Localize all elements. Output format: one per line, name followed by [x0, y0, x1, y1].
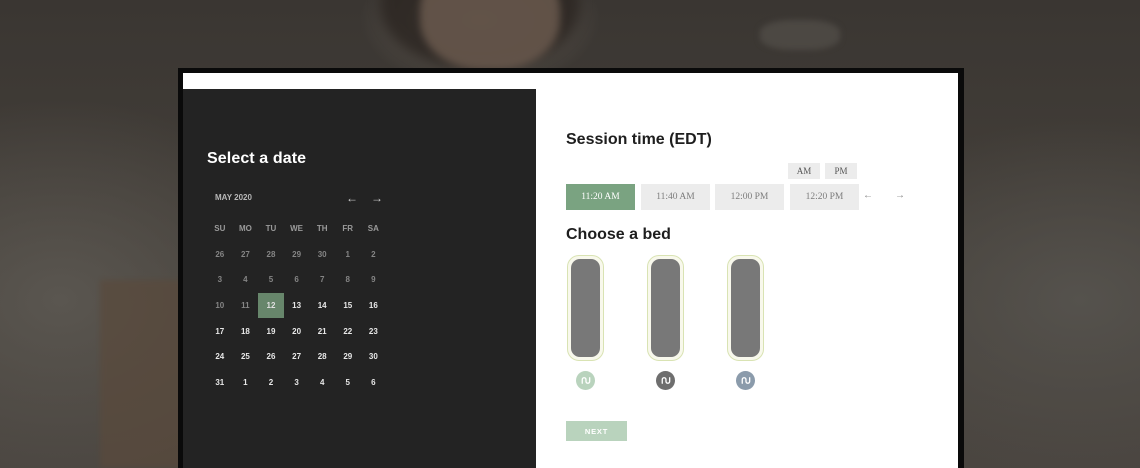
calendar-day-selected[interactable]: 12 — [258, 292, 284, 319]
calendar-day[interactable]: 30 — [309, 242, 335, 268]
calendar-day[interactable]: 13 — [284, 293, 310, 319]
calendar-day[interactable]: 2 — [361, 242, 387, 268]
calendar-day[interactable]: 28 — [258, 242, 284, 268]
am-toggle[interactable]: AM — [788, 163, 820, 179]
bed-logo-icon[interactable] — [736, 371, 755, 390]
calendar-day[interactable]: 15 — [335, 293, 361, 319]
weekday-label: SA — [367, 224, 379, 234]
bed-pad — [651, 259, 680, 357]
calendar-day[interactable]: 9 — [361, 267, 387, 293]
prev-month-arrow-icon[interactable]: ← — [346, 191, 358, 205]
calendar-day[interactable]: 11 — [233, 293, 259, 319]
next-month-arrow-icon[interactable]: → — [371, 191, 383, 205]
time-slot[interactable]: 12:20 PM — [790, 184, 859, 210]
month-label: MAY 2020 — [215, 193, 252, 202]
calendar-day[interactable]: 3 — [284, 370, 310, 396]
calendar-day[interactable]: 6 — [284, 267, 310, 293]
date-panel: Select a date MAY 2020 ← → SU MO TU WE T… — [183, 89, 536, 468]
next-button[interactable]: NEXT — [566, 421, 627, 441]
date-panel-title: Select a date — [207, 150, 307, 167]
calendar-day[interactable]: 1 — [335, 242, 361, 268]
calendar-day[interactable]: 8 — [335, 267, 361, 293]
bed-logo-icon[interactable] — [656, 371, 675, 390]
pm-toggle[interactable]: PM — [825, 163, 857, 179]
calendar-day[interactable]: 20 — [284, 318, 310, 344]
bed-option-1[interactable] — [567, 255, 604, 361]
booking-screen: Select a date MAY 2020 ← → SU MO TU WE T… — [183, 73, 958, 468]
calendar-day[interactable]: 4 — [233, 267, 259, 293]
time-slot-selected[interactable]: 11:20 AM — [566, 184, 635, 210]
bed-pad — [731, 259, 760, 357]
time-slot[interactable]: 12:00 PM — [715, 184, 784, 210]
calendar-day[interactable]: 25 — [233, 344, 259, 370]
weekday-label: TH — [316, 224, 328, 234]
weekday-label: TU — [265, 224, 277, 234]
bed-logo-glyph — [581, 377, 591, 384]
calendar-day[interactable]: 3 — [207, 267, 233, 293]
session-time-title: Session time (EDT) — [566, 131, 712, 148]
calendar-day[interactable]: 18 — [233, 318, 259, 344]
calendar-day[interactable]: 19 — [258, 318, 284, 344]
weekday-label: MO — [238, 224, 252, 234]
calendar-day[interactable]: 5 — [258, 267, 284, 293]
calendar-day[interactable]: 4 — [309, 370, 335, 396]
calendar-day[interactable]: 29 — [335, 344, 361, 370]
calendar-day[interactable]: 5 — [335, 370, 361, 396]
calendar-day[interactable]: 14 — [309, 293, 335, 319]
background-lamp — [760, 20, 840, 50]
calendar-day[interactable]: 10 — [207, 293, 233, 319]
calendar-day[interactable]: 2 — [258, 370, 284, 396]
weekday-label: FR — [342, 224, 354, 234]
calendar-day[interactable]: 30 — [361, 344, 387, 370]
calendar-day[interactable]: 26 — [258, 344, 284, 370]
calendar-day[interactable]: 27 — [284, 344, 310, 370]
weekday-label: SU — [214, 224, 226, 234]
bed-logo-glyph — [661, 377, 671, 384]
calendar-day[interactable]: 7 — [309, 267, 335, 293]
time-slot[interactable]: 11:40 AM — [641, 184, 710, 210]
bed-option-2[interactable] — [647, 255, 684, 361]
choose-bed-title: Choose a bed — [566, 226, 671, 243]
next-slots-arrow-icon[interactable]: → — [895, 190, 905, 201]
calendar-day[interactable]: 29 — [284, 242, 310, 268]
calendar-day[interactable]: 22 — [335, 318, 361, 344]
background-table — [100, 280, 190, 468]
calendar-day[interactable]: 16 — [361, 293, 387, 319]
calendar-day[interactable]: 27 — [233, 242, 259, 268]
calendar-day[interactable]: 26 — [207, 242, 233, 268]
calendar-day[interactable]: 21 — [309, 318, 335, 344]
calendar-day[interactable]: 1 — [233, 370, 259, 396]
calendar-day[interactable]: 28 — [309, 344, 335, 370]
calendar-day[interactable]: 23 — [361, 318, 387, 344]
weekday-label: WE — [290, 224, 304, 234]
bed-logo-glyph — [741, 377, 751, 384]
bed-option-3[interactable] — [727, 255, 764, 361]
calendar-day[interactable]: 6 — [361, 370, 387, 396]
calendar-day[interactable]: 31 — [207, 370, 233, 396]
bed-pad — [571, 259, 600, 357]
bed-logo-icon[interactable] — [576, 371, 595, 390]
calendar-day[interactable]: 17 — [207, 318, 233, 344]
calendar-grid: SU MO TU WE TH FR SA 26 27 28 29 30 1 2 3 4 5 6 7 8 9… — [207, 216, 386, 395]
session-panel: Session time (EDT) AM PM 11:20 AM 11:40 … — [536, 73, 958, 468]
calendar-day[interactable]: 24 — [207, 344, 233, 370]
prev-slots-arrow-icon[interactable]: ← — [863, 190, 873, 201]
